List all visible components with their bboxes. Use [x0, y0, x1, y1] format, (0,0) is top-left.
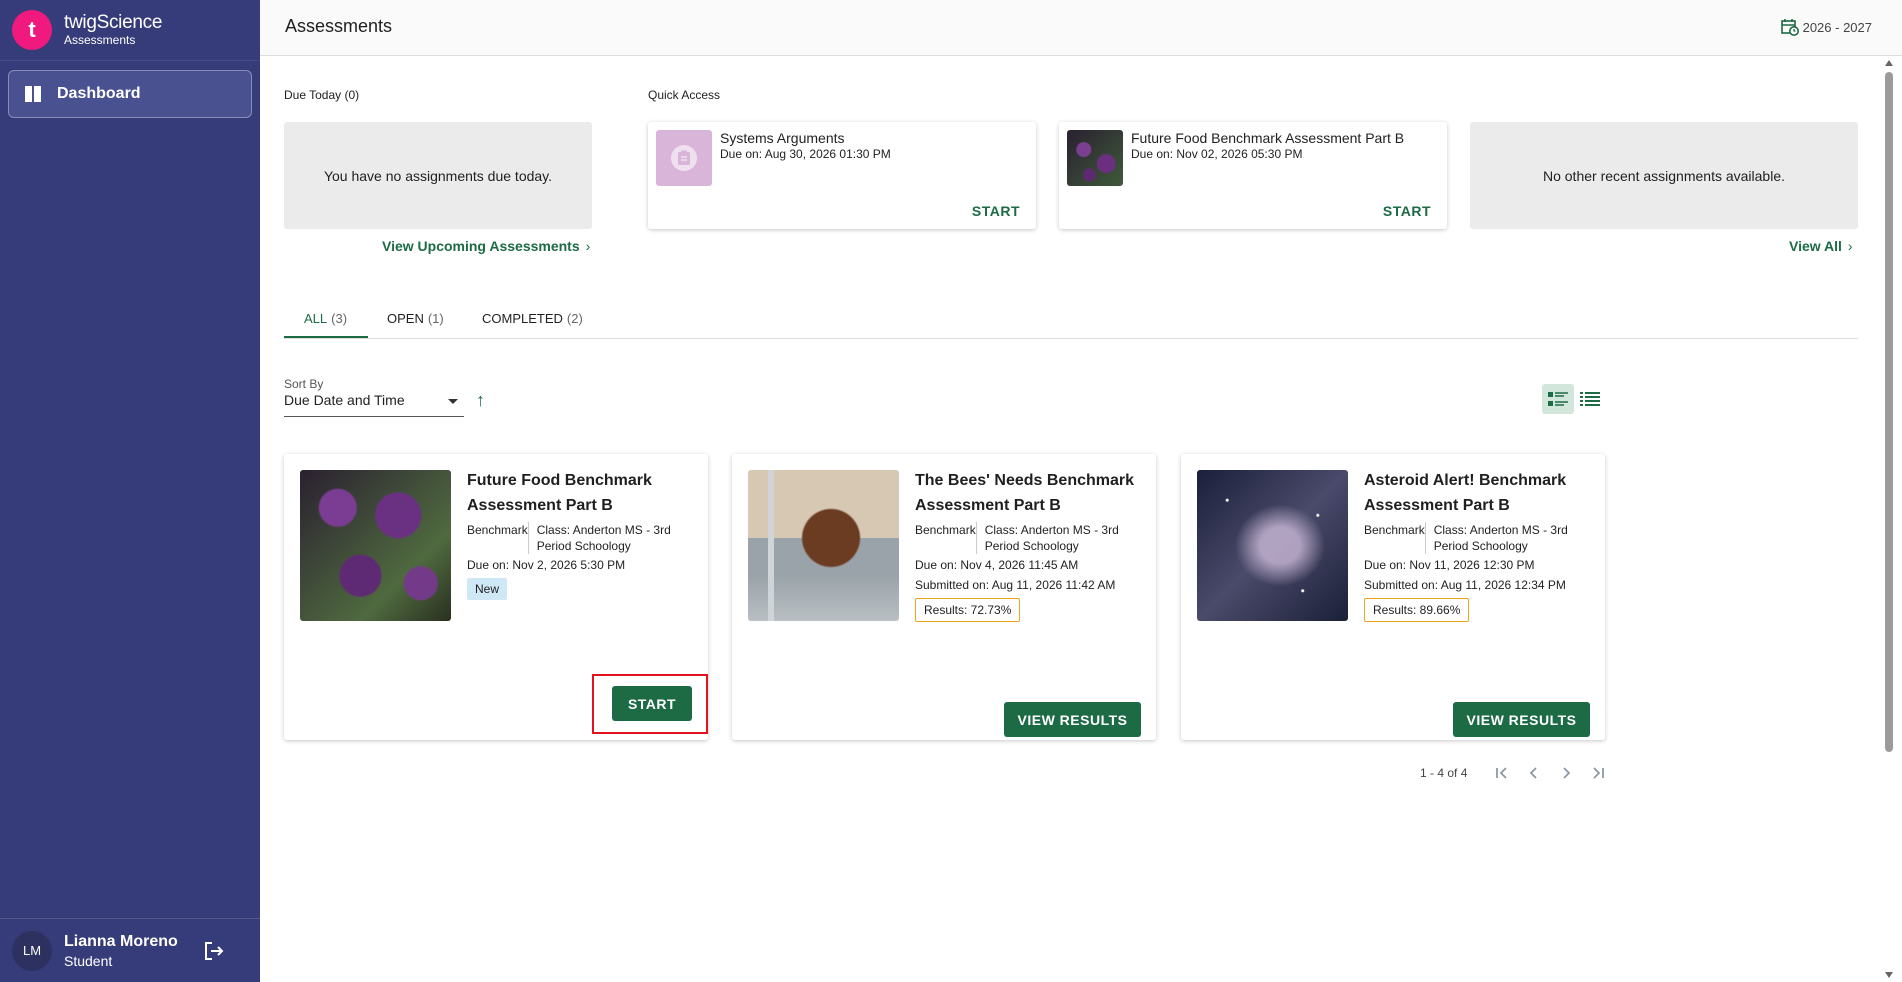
logout-icon[interactable] [203, 941, 225, 961]
assessment-submitted: Submitted on: Aug 11, 2026 11:42 AM [915, 578, 1116, 592]
quick-access-title: Future Food Benchmark Assessment Part B [1131, 130, 1405, 146]
hand-washing-image [748, 470, 899, 621]
chevron-right-icon: › [585, 238, 591, 254]
twig-logo-icon: t [12, 10, 52, 50]
tab-completed[interactable]: COMPLETED (2) [482, 311, 583, 326]
sort-by-label: Sort By [284, 377, 324, 391]
assessment-card: The Bees' Needs Benchmark Assessment Par… [732, 454, 1156, 740]
sort-direction-arrow-icon[interactable]: ↑ [476, 390, 485, 411]
sidebar: t twigScience Assessments Dashboard LM L… [0, 0, 260, 982]
tab-count: (3) [331, 311, 348, 326]
view-all-label: View All [1789, 238, 1842, 254]
quick-access-card[interactable]: Systems Arguments Due on: Aug 30, 2026 0… [648, 122, 1036, 229]
assessment-submitted: Submitted on: Aug 11, 2026 12:34 PM [1364, 578, 1566, 592]
sidebar-item-dashboard[interactable]: Dashboard [8, 70, 252, 118]
brand-name: twigScience [64, 11, 163, 33]
caret-down-icon [448, 399, 458, 404]
list-view-toggle[interactable] [1574, 384, 1606, 414]
results-badge: Results: 72.73% [915, 598, 1021, 622]
assessment-due: Due on: Nov 4, 2026 11:45 AM [915, 558, 1079, 572]
first-page-icon[interactable] [1492, 763, 1512, 783]
tab-label: OPEN [387, 311, 424, 326]
scrollbar[interactable] [1882, 56, 1896, 982]
avatar: LM [12, 930, 52, 971]
sea-urchin-thumbnail [1067, 130, 1123, 186]
scroll-up-arrow-icon[interactable] [1885, 60, 1893, 66]
card-view-toggle[interactable] [1542, 384, 1574, 414]
view-results-button[interactable]: VIEW RESULTS [1004, 702, 1141, 737]
view-upcoming-label: View Upcoming Assessments [382, 238, 580, 254]
scroll-down-arrow-icon[interactable] [1885, 972, 1893, 978]
page-title: Assessments [285, 16, 393, 36]
assessment-title: The Bees' Needs Benchmark Assessment Par… [915, 472, 1135, 514]
user-role: Student [64, 952, 113, 969]
no-recent-box: No other recent assignments available. [1470, 122, 1858, 229]
tab-count: (1) [427, 311, 444, 326]
galaxy-image [1197, 470, 1348, 621]
school-year-label: 2026 - 2027 [1802, 19, 1872, 35]
sort-by-select[interactable]: Due Date and Time [284, 392, 464, 417]
sea-urchin-image [300, 470, 451, 621]
due-today-label: Due Today (0) [284, 88, 360, 102]
active-tab-indicator [284, 336, 368, 338]
assessment-type: Benchmark [467, 523, 528, 537]
quick-access-start-button[interactable]: START [972, 203, 1020, 219]
dashboard-icon [25, 86, 41, 102]
next-page-icon[interactable] [1556, 763, 1576, 783]
assessment-tabs: ALL (3) OPEN (1) COMPLETED (2) [284, 299, 1858, 339]
assessment-due: Due on: Nov 11, 2026 12:30 PM [1364, 558, 1535, 572]
last-page-icon[interactable] [1588, 763, 1608, 783]
top-header: Assessments 2026 - 2027 [260, 0, 1902, 56]
sidebar-item-label: Dashboard [57, 85, 141, 102]
pagination-range: 1 - 4 of 4 [1420, 766, 1468, 780]
due-today-empty-text: You have no assignments due today. [323, 167, 553, 184]
brand[interactable]: t twigScience Assessments [0, 0, 260, 61]
tab-label: ALL [304, 311, 328, 326]
due-today-empty-box: You have no assignments due today. [284, 122, 592, 229]
user-name: Lianna Moreno [64, 932, 178, 950]
new-badge: New [467, 578, 508, 600]
tab-label: COMPLETED [482, 311, 563, 326]
clipboard-icon [678, 150, 690, 165]
highlight-box [592, 674, 708, 734]
assessment-class: Class: Anderton MS - 3rd Period Schoolog… [527, 522, 697, 554]
assessment-class: Class: Anderton MS - 3rd Period Schoolog… [1424, 522, 1594, 554]
chevron-right-icon: › [1847, 238, 1853, 254]
view-all-link[interactable]: View All › [1789, 238, 1853, 254]
results-badge: Results: 89.66% [1364, 598, 1470, 622]
assessment-type: Benchmark [1364, 523, 1425, 537]
assignment-doc-thumbnail [656, 130, 712, 186]
card-list-icon [1548, 392, 1568, 406]
quick-access-due: Due on: Nov 02, 2026 05:30 PM [1131, 147, 1303, 161]
assessment-class: Class: Anderton MS - 3rd Period Schoolog… [975, 522, 1145, 554]
quick-access-title: Systems Arguments [720, 130, 845, 146]
tab-count: (2) [566, 311, 583, 326]
list-icon [1580, 392, 1600, 406]
school-year-selector[interactable]: 2026 - 2027 [1780, 18, 1872, 36]
quick-access-card[interactable]: Future Food Benchmark Assessment Part B … [1059, 122, 1447, 229]
brand-subtitle: Assessments [64, 32, 136, 47]
assessment-card: Future Food Benchmark Assessment Part B … [284, 454, 708, 740]
calendar-clock-icon [1780, 19, 1799, 36]
view-results-button[interactable]: VIEW RESULTS [1453, 702, 1590, 737]
assessment-title: Asteroid Alert! Benchmark Assessment Par… [1364, 472, 1567, 514]
quick-access-due: Due on: Aug 30, 2026 01:30 PM [720, 147, 891, 161]
assessment-title: Future Food Benchmark Assessment Part B [467, 472, 652, 514]
scroll-thumb[interactable] [1885, 72, 1893, 752]
quick-access-label: Quick Access [648, 88, 721, 102]
assessment-card: Asteroid Alert! Benchmark Assessment Par… [1181, 454, 1605, 740]
sort-by-value: Due Date and Time [284, 392, 405, 408]
user-profile: LM Lianna Moreno Student [0, 918, 260, 982]
tab-all[interactable]: ALL (3) [304, 311, 347, 326]
tab-open[interactable]: OPEN (1) [387, 311, 444, 326]
view-upcoming-link[interactable]: View Upcoming Assessments › [382, 238, 590, 254]
previous-page-icon[interactable] [1524, 763, 1544, 783]
assessment-due: Due on: Nov 2, 2026 5:30 PM [467, 558, 626, 572]
quick-access-start-button[interactable]: START [1383, 203, 1431, 219]
no-recent-text: No other recent assignments available. [1542, 167, 1786, 184]
assessment-type: Benchmark [915, 523, 976, 537]
